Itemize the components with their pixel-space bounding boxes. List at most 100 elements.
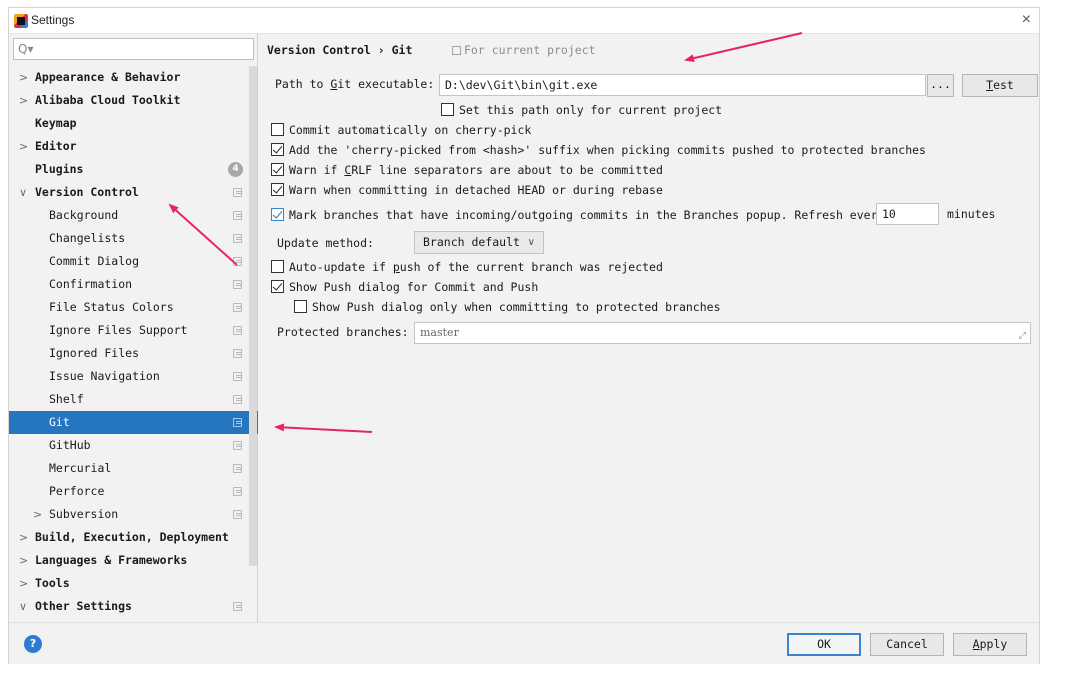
sidebar-scrollbar[interactable]: [249, 66, 257, 566]
sidebar-item-version-control[interactable]: ∨ Version Control: [9, 181, 258, 204]
refresh-interval-input[interactable]: 10: [876, 203, 939, 225]
sidebar-item-shelf[interactable]: Shelf: [9, 388, 258, 411]
copy-project-icon: [233, 257, 242, 266]
sidebar-item-github[interactable]: GitHub: [9, 434, 258, 457]
git-executable-path-input[interactable]: D:\dev\Git\bin\git.exe: [439, 74, 926, 96]
sidebar-item-languages-frameworks[interactable]: > Languages & Frameworks: [9, 549, 258, 572]
apply-button[interactable]: Apply: [953, 633, 1027, 656]
expand-icon[interactable]: ⤢: [1019, 326, 1026, 346]
sidebar-item-appearance-behavior[interactable]: > Appearance & Behavior: [9, 66, 258, 89]
checkbox-box: [271, 208, 284, 221]
cancel-button[interactable]: Cancel: [870, 633, 944, 656]
chevron-down-icon: ∨: [19, 600, 28, 613]
test-button-label: est: [993, 78, 1014, 92]
apply-button-label: pply: [979, 637, 1008, 651]
sidebar-item-ignore-files-support[interactable]: Ignore Files Support: [9, 319, 258, 342]
sidebar-item-label: GitHub: [49, 438, 91, 452]
sidebar-item-label: File Status Colors: [49, 300, 174, 314]
breadcrumb: Version Control › Git: [267, 43, 413, 57]
sidebar-item-label: Plugins: [35, 162, 84, 176]
checkbox-box: [271, 123, 284, 136]
sidebar-item-label: Mercurial: [49, 461, 112, 475]
ok-button[interactable]: OK: [787, 633, 861, 656]
sidebar-item-tools[interactable]: > Tools: [9, 572, 258, 595]
label-part: Auto-update if: [289, 260, 393, 274]
chevron-right-icon: >: [19, 140, 29, 153]
sidebar-item-label: Changelists: [49, 231, 126, 245]
checkbox-label: Warn when committing in detached HEAD or…: [289, 183, 663, 197]
checkbox-label: Warn if CRLF line separators are about t…: [289, 162, 663, 178]
copy-project-icon: [233, 234, 242, 243]
dialog-footer: ? OK Cancel Apply: [9, 622, 1039, 664]
sidebar-item-plugins[interactable]: Plugins 4: [9, 158, 258, 181]
git-path-label: Path to Git executable:: [275, 77, 434, 91]
settings-search-input[interactable]: Q▾: [13, 38, 254, 60]
sidebar-item-confirmation[interactable]: Confirmation: [9, 273, 258, 296]
checkbox-box: [271, 143, 284, 156]
apply-mnemonic: A: [972, 637, 980, 651]
sidebar-item-label: Subversion: [49, 507, 119, 521]
sidebar-item-other-settings[interactable]: ∨ Other Settings: [9, 595, 258, 618]
checkbox-label: Mark branches that have incoming/outgoin…: [289, 208, 885, 222]
chevron-right-icon: >: [19, 531, 29, 544]
test-button[interactable]: Test: [962, 74, 1038, 97]
title-bar: Settings ×: [9, 8, 1039, 34]
sidebar-item-label: Build, Execution, Deployment: [35, 530, 229, 544]
checkbox-box: [271, 183, 284, 196]
for-current-project-text: For current project: [464, 43, 596, 57]
sidebar-item-build-execution-deployment[interactable]: > Build, Execution, Deployment: [9, 526, 258, 549]
sidebar-item-ignored-files[interactable]: Ignored Files: [9, 342, 258, 365]
chevron-right-icon: >: [33, 508, 43, 521]
checkbox-label: Show Push dialog only when committing to…: [312, 300, 721, 314]
sidebar-item-subversion[interactable]: > Subversion: [9, 503, 258, 526]
sidebar-item-commit-dialog[interactable]: Commit Dialog: [9, 250, 258, 273]
settings-window: Settings × Q▾ > Appearance & Behavior > …: [8, 7, 1040, 664]
copy-project-icon: [233, 280, 242, 289]
sidebar-item-file-status-colors[interactable]: File Status Colors: [9, 296, 258, 319]
copy-project-icon: [233, 418, 242, 427]
sidebar-item-perforce[interactable]: Perforce: [9, 480, 258, 503]
checkbox-box: [271, 260, 284, 273]
sidebar-item-background[interactable]: Background: [9, 204, 258, 227]
git-path-label-part: it executable:: [337, 77, 435, 91]
sidebar-item-changelists[interactable]: Changelists: [9, 227, 258, 250]
git-settings-panel: Version Control › Git For current projec…: [259, 34, 1039, 622]
sidebar-item-git[interactable]: Git: [9, 411, 258, 434]
protected-branches-label: Protected branches:: [277, 325, 409, 339]
update-method-label: Update method:: [277, 236, 374, 250]
sidebar-item-label: Git: [49, 415, 70, 429]
sidebar-item-label: Perforce: [49, 484, 105, 498]
chevron-right-icon: >: [19, 577, 29, 590]
sidebar-item-label: Languages & Frameworks: [35, 553, 188, 567]
label-part: ush of the current branch was rejected: [399, 260, 663, 274]
for-current-project-hint: For current project: [452, 43, 596, 57]
sidebar-item-label: Background: [49, 208, 119, 222]
sidebar-item-keymap[interactable]: Keymap: [9, 112, 258, 135]
sidebar-item-issue-navigation[interactable]: Issue Navigation: [9, 365, 258, 388]
copy-project-icon: [233, 510, 242, 519]
sidebar-item-alibaba-cloud-toolkit[interactable]: > Alibaba Cloud Toolkit: [9, 89, 258, 112]
sidebar-item-editor[interactable]: > Editor: [9, 135, 258, 158]
sidebar-item-label: Shelf: [49, 392, 84, 406]
intellij-app-icon: [14, 14, 28, 28]
chevron-down-icon: ∨: [527, 237, 535, 248]
sidebar-item-label: Editor: [35, 139, 77, 153]
label-mnemonic: p: [392, 260, 400, 274]
browse-button[interactable]: ...: [927, 74, 954, 97]
search-icon: Q▾: [18, 42, 34, 56]
settings-sidebar: Q▾ > Appearance & Behavior > Alibaba Clo…: [9, 34, 258, 622]
checkbox-box: [271, 280, 284, 293]
minutes-label: minutes: [947, 207, 996, 221]
copy-project-icon: [233, 188, 242, 197]
sidebar-item-mercurial[interactable]: Mercurial: [9, 457, 258, 480]
update-method-select[interactable]: Branch default ∨: [414, 231, 544, 254]
copy-project-icon: [233, 211, 242, 220]
checkbox-label: Add the 'cherry-picked from <hash>' suff…: [289, 143, 926, 157]
close-icon[interactable]: ×: [1022, 11, 1031, 29]
chevron-right-icon: >: [19, 554, 29, 567]
help-icon[interactable]: ?: [24, 635, 42, 653]
protected-branches-input[interactable]: master ⤢: [414, 322, 1031, 344]
checkbox-box: [271, 163, 284, 176]
label-part: RLF line separators are about to be comm…: [351, 163, 663, 177]
copy-project-icon: [452, 46, 461, 55]
